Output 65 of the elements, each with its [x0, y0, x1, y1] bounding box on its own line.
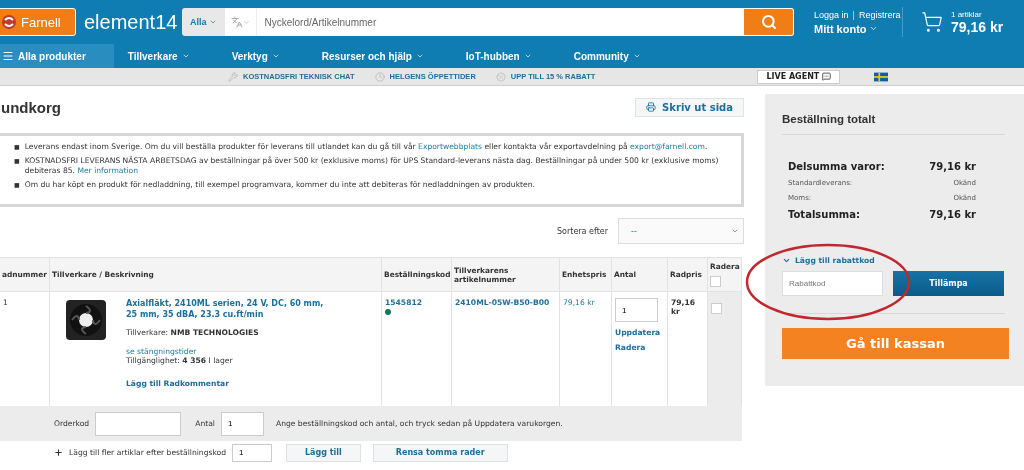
fan-drawing	[64, 298, 108, 342]
search-icon	[760, 14, 777, 30]
flag-icon[interactable]	[874, 71, 889, 82]
plus-icon	[54, 448, 63, 457]
sort-label: Sortera efter	[557, 226, 608, 236]
chevron-icon	[782, 256, 791, 265]
account-menu[interactable]: Mitt konto	[814, 22, 902, 35]
separator: |	[852, 9, 855, 20]
clear-rows-button[interactable]: Rensa tomma rader	[372, 443, 508, 462]
search-button[interactable]	[744, 8, 794, 36]
caret-icon	[523, 52, 532, 60]
caret-icon	[731, 227, 739, 235]
search-scope-dropdown[interactable]: Alla	[182, 8, 225, 36]
caret-icon	[632, 52, 641, 60]
summary-label: Delsumma varor:	[788, 161, 886, 172]
caret-icon	[208, 18, 217, 26]
order-code-field[interactable]	[95, 411, 182, 436]
summary-title: Beställning totalt	[782, 113, 1005, 135]
logo[interactable]: Farnell	[0, 8, 76, 36]
stock-status-dot	[385, 309, 391, 315]
login-link[interactable]: Logga in	[814, 9, 849, 20]
chat-icon	[822, 72, 832, 81]
nav-tab[interactable]: Tillverkare	[113, 44, 204, 68]
percent-badge-icon	[495, 71, 506, 82]
live-agent-button[interactable]: LIVE AGENT	[757, 69, 841, 84]
menu-icon	[2, 50, 14, 62]
translate-icon	[230, 16, 243, 28]
checkout-button[interactable]: Gå till kassan	[782, 328, 1009, 359]
logo-icon	[1, 14, 17, 30]
product-title-link[interactable]: Axialfläkt, 2410ML serien, 24 V, DC, 60 mm, 25 mm, 35 dBA, 23.3 cu.ft/min	[126, 298, 336, 320]
caret-icon	[242, 18, 250, 26]
quantity-field[interactable]: 1	[232, 443, 272, 462]
sort-dropdown[interactable]: --	[618, 218, 744, 244]
apply-button[interactable]: Tillämpa	[893, 271, 1004, 296]
nav-tab[interactable]: Verktyg	[217, 44, 294, 68]
translate-button[interactable]	[224, 8, 257, 36]
search-field[interactable]: Nyckelord/Artikelnummer	[256, 8, 744, 36]
cart-count: 1 artiklar	[951, 9, 983, 19]
cart-total: 79,16 kr	[951, 18, 1004, 35]
register-link[interactable]: Registrera	[858, 9, 901, 20]
printer-icon	[646, 102, 657, 112]
nav-tab[interactable]: Resurser och hjälp	[307, 44, 438, 68]
caret-icon	[271, 52, 280, 60]
nav-tab[interactable]: Community	[559, 44, 655, 68]
cart-icon[interactable]	[921, 11, 943, 33]
nav-tab[interactable]: IoT-hubben	[451, 44, 546, 68]
page-title: undkorg	[1, 98, 61, 116]
caret-icon	[868, 24, 878, 33]
clock-icon	[374, 71, 385, 82]
summary-value: 79,16 kr	[928, 209, 976, 220]
summary-value: 79,16 kr	[928, 161, 976, 172]
summary-label: Totalsumma:	[788, 209, 861, 220]
caret-icon	[415, 52, 424, 60]
print-button[interactable]: Skriv ut sida	[635, 97, 744, 117]
quantity-field[interactable]: 1	[615, 298, 658, 322]
logo-text: Farnell	[21, 14, 61, 30]
brand-name: element14	[84, 10, 179, 34]
wrench-icon	[228, 71, 238, 82]
delete-checkbox[interactable]	[711, 303, 722, 314]
nav-tab[interactable]: Alla produkter	[0, 44, 114, 68]
coupon-field[interactable]: Rabattkod	[782, 271, 883, 296]
quantity-field[interactable]: 1	[220, 411, 264, 436]
add-button[interactable]: Lägg till	[286, 443, 361, 462]
select-all-checkbox[interactable]	[710, 276, 721, 287]
caret-icon	[181, 52, 190, 60]
